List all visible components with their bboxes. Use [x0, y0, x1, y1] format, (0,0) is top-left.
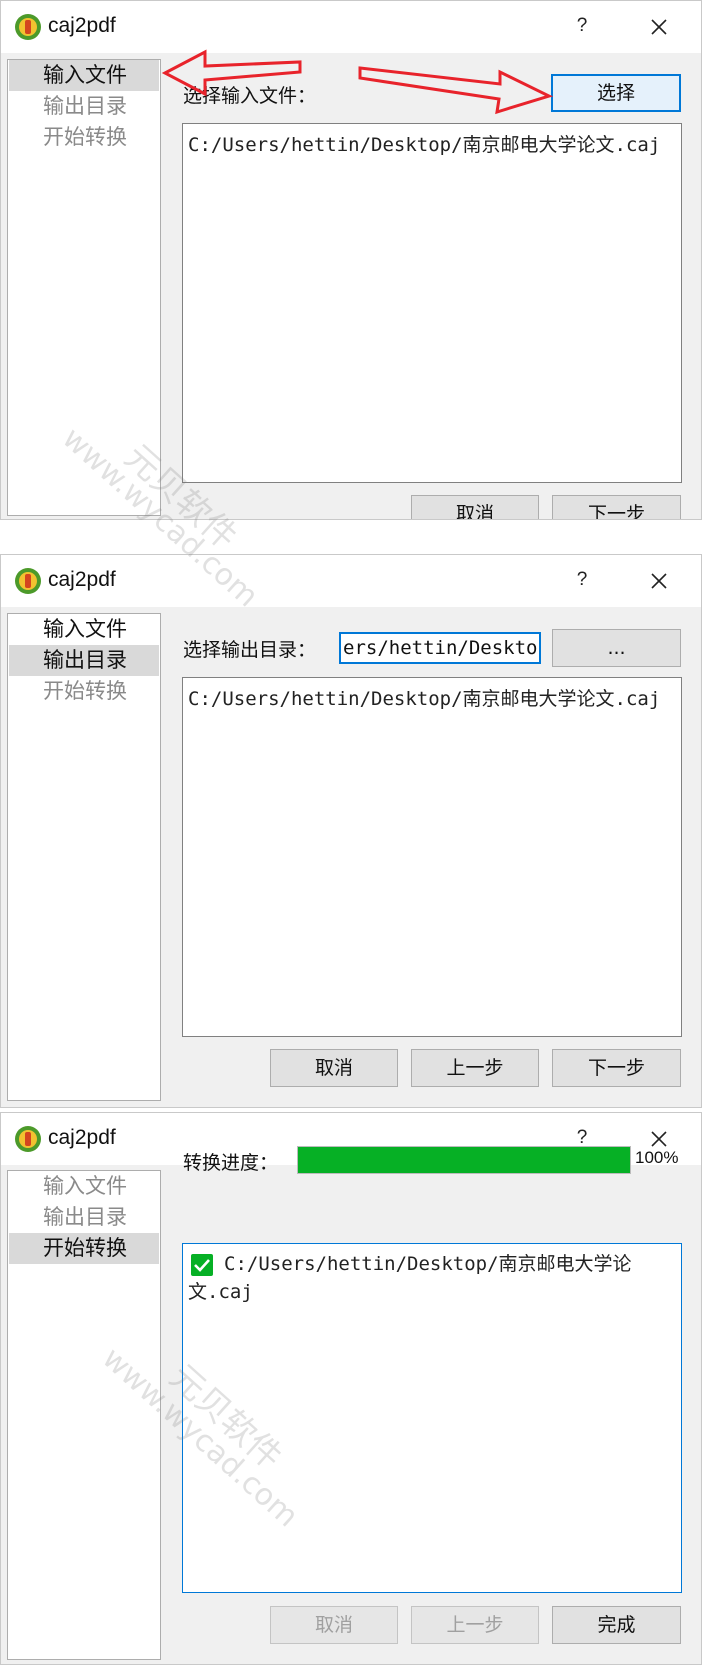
cancel-button[interactable]: 取消: [411, 495, 539, 519]
app-icon: [15, 568, 41, 594]
step-item-input[interactable]: 输入文件: [9, 1171, 159, 1202]
step-item-output[interactable]: 输出目录: [9, 91, 159, 122]
step-item-convert[interactable]: 开始转换: [9, 676, 159, 707]
app-title: caj2pdf: [48, 1126, 116, 1149]
cancel-button[interactable]: 取消: [270, 1049, 398, 1087]
next-button[interactable]: 下一步: [552, 1049, 681, 1087]
wizard-window-step3: caj2pdf ? 输入文件 输出目录 开始转换 转换进度： 100% C:/U…: [0, 1112, 702, 1665]
list-item[interactable]: C:/Users/hettin/Desktop/南京邮电大学论文.caj: [188, 130, 660, 157]
finish-button[interactable]: 完成: [552, 1606, 681, 1644]
browse-button[interactable]: ...: [552, 629, 681, 667]
output-dir-input[interactable]: ers/hettin/Desktop: [339, 632, 541, 664]
close-icon[interactable]: [646, 14, 672, 40]
progress-percent: 100%: [635, 1148, 679, 1167]
title-bar: caj2pdf ?: [1, 555, 701, 607]
input-file-list[interactable]: C:/Users/hettin/Desktop/南京邮电大学论文.caj: [182, 677, 682, 1037]
cancel-button: 取消: [270, 1606, 398, 1644]
choose-button[interactable]: 选择: [551, 74, 681, 112]
progress-fill: [298, 1147, 630, 1173]
step-sidebar: 输入文件 输出目录 开始转换: [7, 1170, 161, 1660]
step-sidebar: 输入文件 输出目录 开始转换: [7, 613, 161, 1101]
step-item-input[interactable]: 输入文件: [9, 614, 159, 645]
app-title: caj2pdf: [48, 14, 116, 37]
input-file-label: 选择输入文件：: [183, 85, 317, 107]
list-item[interactable]: C:/Users/hettin/Desktop/南京邮电大学论文.caj: [188, 1250, 648, 1306]
app-icon: [15, 1126, 41, 1152]
previous-button[interactable]: 上一步: [411, 1049, 539, 1087]
progress-label: 转换进度：: [183, 1152, 279, 1174]
step-sidebar: 输入文件 输出目录 开始转换: [7, 59, 161, 516]
step-item-output[interactable]: 输出目录: [9, 1202, 159, 1233]
title-bar: caj2pdf ?: [1, 1, 701, 53]
next-button[interactable]: 下一步: [552, 495, 681, 519]
list-item[interactable]: C:/Users/hettin/Desktop/南京邮电大学论文.caj: [188, 684, 660, 711]
app-icon: [15, 14, 41, 40]
help-button[interactable]: ?: [567, 11, 597, 41]
step-item-convert[interactable]: 开始转换: [9, 1233, 159, 1264]
help-button[interactable]: ?: [567, 565, 597, 595]
step-item-output[interactable]: 输出目录: [9, 645, 159, 676]
wizard-window-step2: caj2pdf ? 输入文件 输出目录 开始转换 选择输出目录： ers/het…: [0, 554, 702, 1108]
output-dir-label: 选择输出目录：: [183, 639, 317, 661]
step-item-convert[interactable]: 开始转换: [9, 122, 159, 153]
previous-button: 上一步: [411, 1606, 539, 1644]
converted-file-list[interactable]: C:/Users/hettin/Desktop/南京邮电大学论文.caj: [182, 1243, 682, 1593]
input-file-list[interactable]: C:/Users/hettin/Desktop/南京邮电大学论文.caj: [182, 123, 682, 483]
conversion-progress-bar: [297, 1146, 631, 1174]
close-icon[interactable]: [646, 568, 672, 594]
wizard-window-step1: caj2pdf ? 输入文件 输出目录 开始转换 选择输入文件： 选择 C:/U…: [0, 0, 702, 520]
app-title: caj2pdf: [48, 568, 116, 591]
step-item-input[interactable]: 输入文件: [9, 60, 159, 91]
